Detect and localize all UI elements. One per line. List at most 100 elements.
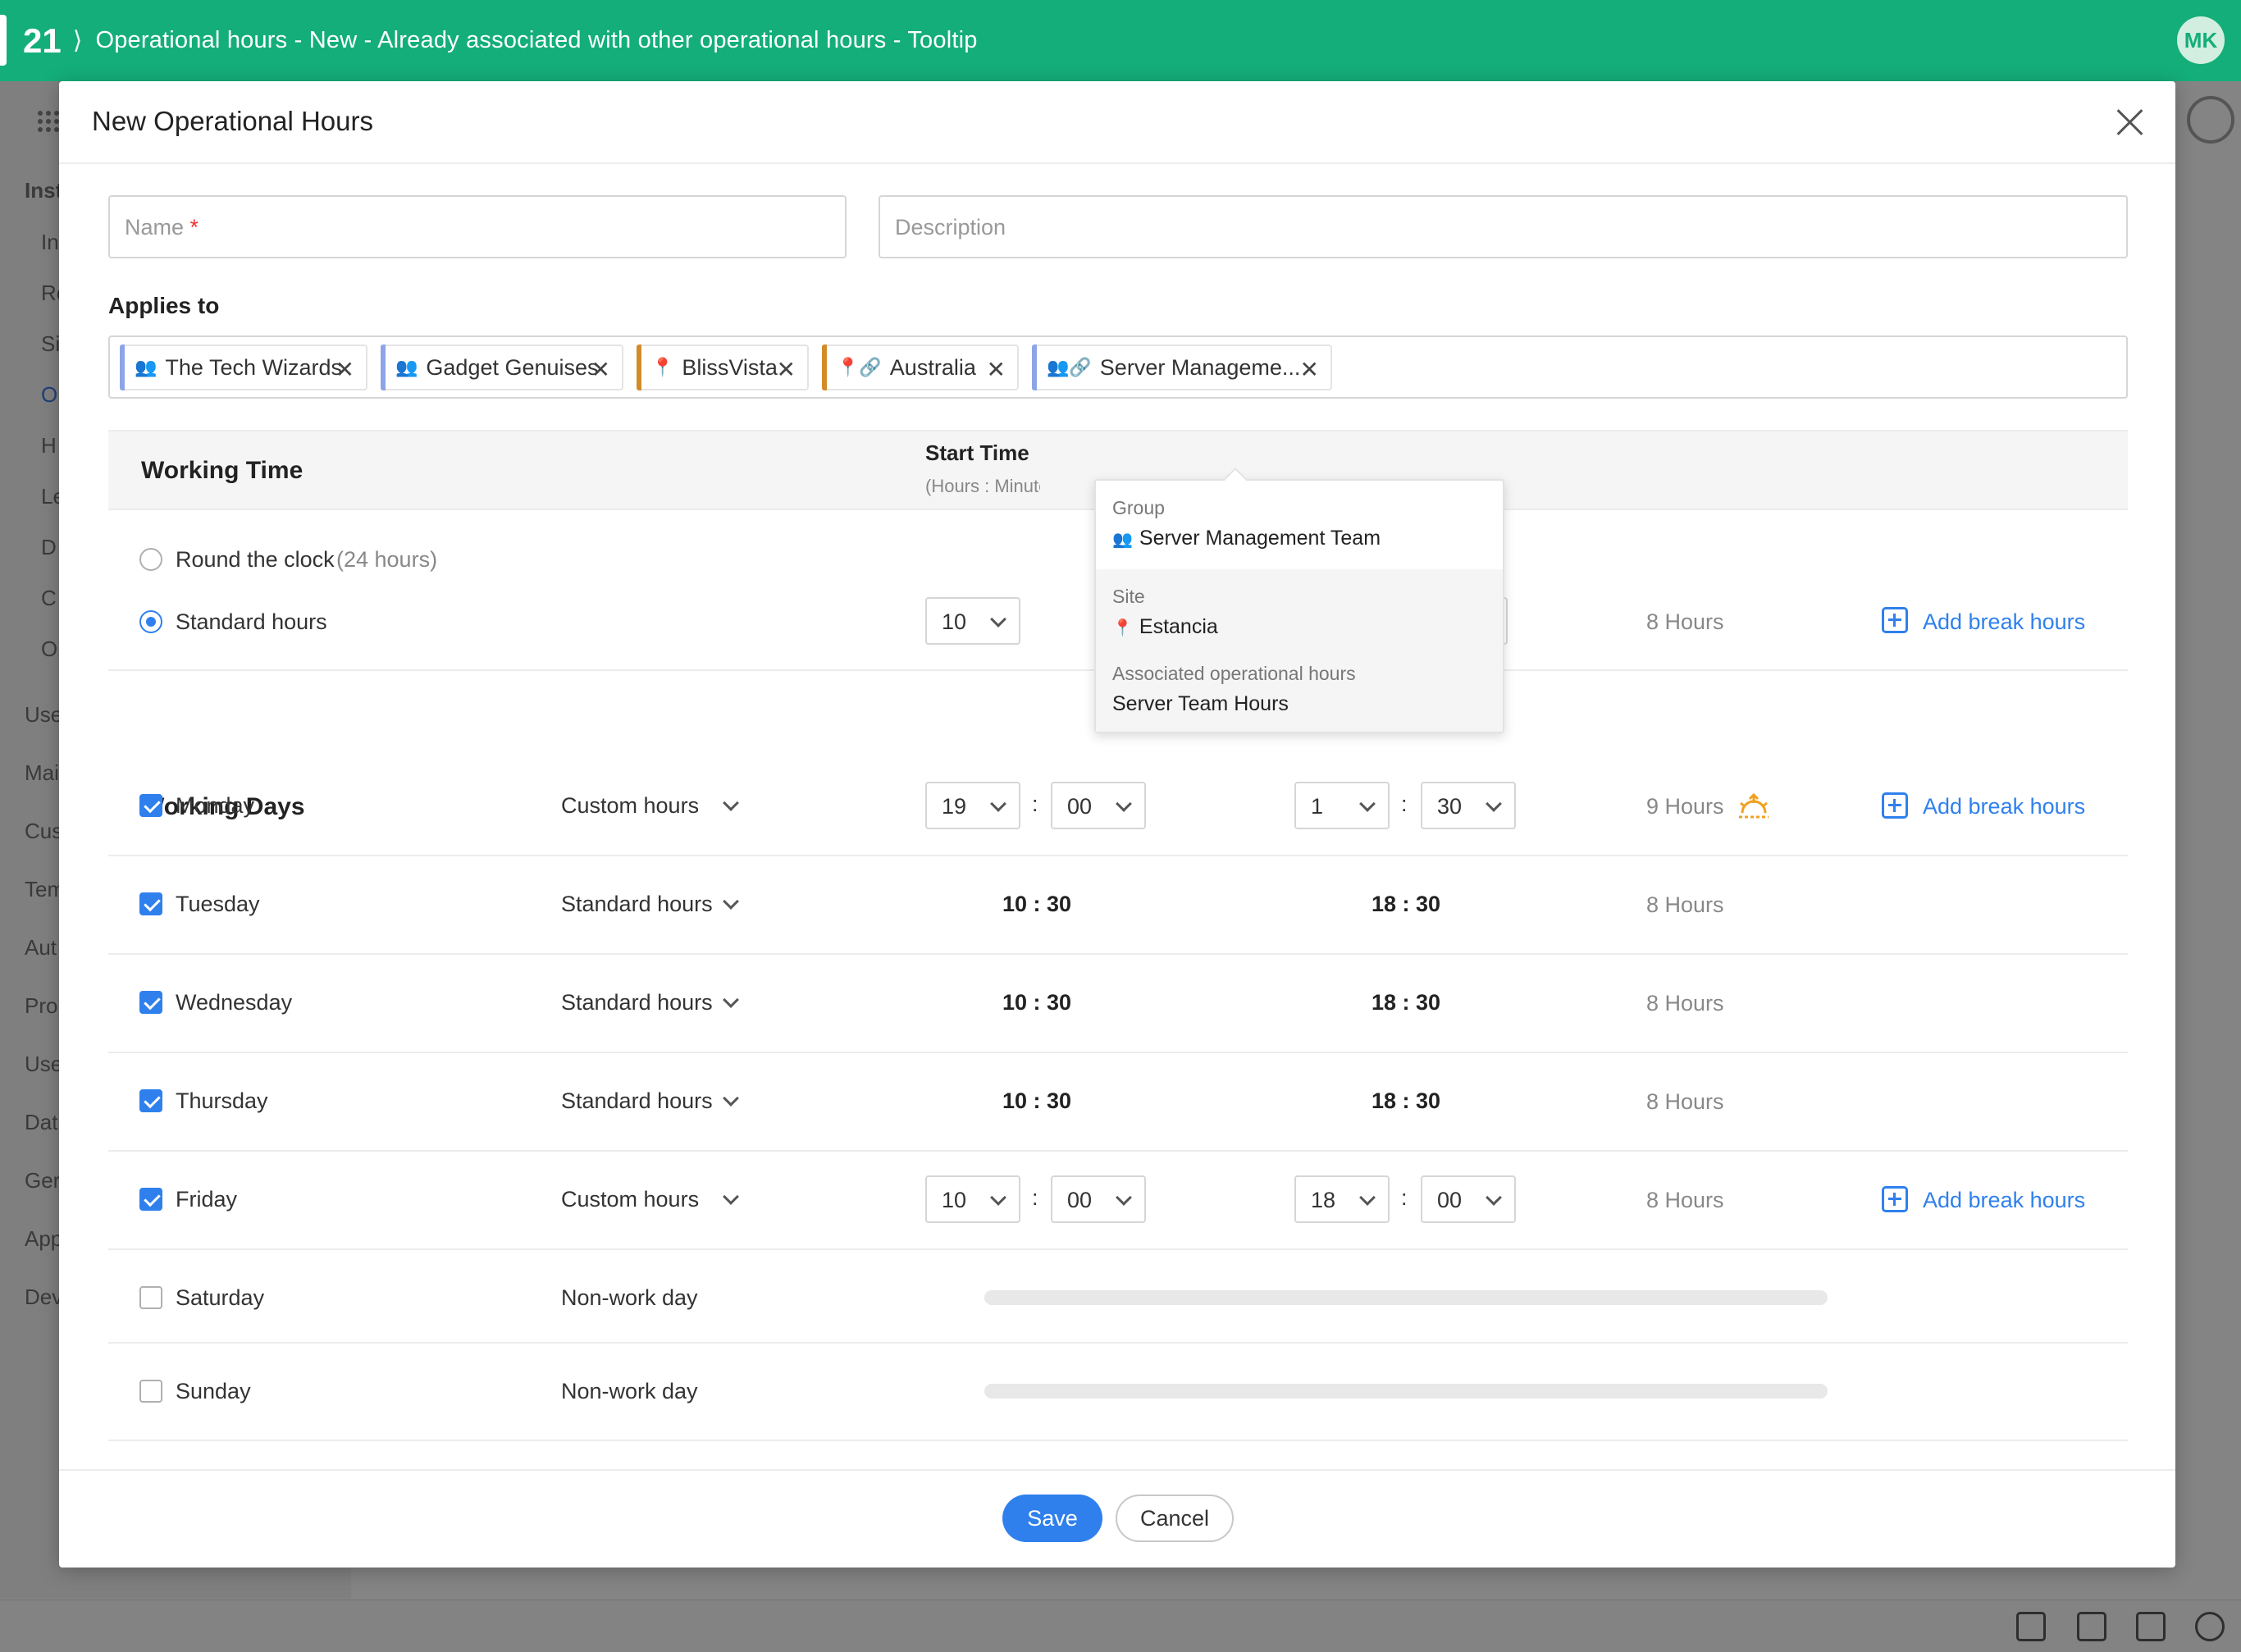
- time-separator: :: [1401, 1185, 1408, 1210]
- end-hour-select[interactable]: 18: [1294, 1175, 1390, 1223]
- chevron-down-icon: [990, 1189, 1006, 1206]
- day-checkbox-saturday[interactable]: [139, 1286, 162, 1309]
- applies-chip[interactable]: 👥🔗 Server Manageme... ✕: [1032, 345, 1332, 390]
- chevron-down-icon[interactable]: [723, 795, 739, 811]
- sidebar-item: O: [41, 637, 58, 661]
- add-break-hours-link[interactable]: Add break hours: [1923, 1188, 2085, 1213]
- day-mode-label: Non-work day: [561, 1285, 698, 1310]
- close-icon[interactable]: [2115, 107, 2144, 137]
- divider: [108, 1440, 2128, 1441]
- breadcrumb-separator-icon: ⟩: [72, 27, 83, 54]
- chip-label: The Tech Wizards: [165, 354, 342, 380]
- day-mode-dropdown[interactable]: Standard hours: [561, 990, 713, 1015]
- location-link-icon: 📍🔗: [837, 357, 882, 377]
- start-minute-select[interactable]: 00: [1051, 1175, 1146, 1223]
- standard-total-hours: 8 Hours: [1646, 609, 1724, 634]
- select-value: 1: [1311, 794, 1324, 819]
- chip-label: BlissVista: [682, 354, 778, 380]
- standard-hours-radio[interactable]: [139, 610, 162, 633]
- start-hour-select[interactable]: 19: [925, 782, 1020, 829]
- description-field[interactable]: Description: [879, 195, 2128, 258]
- end-minute-select[interactable]: 00: [1421, 1175, 1516, 1223]
- start-hour-select[interactable]: 10: [925, 1175, 1020, 1223]
- round-the-clock-radio[interactable]: [139, 548, 162, 571]
- total-hours: 8 Hours: [1646, 1089, 1724, 1114]
- sidebar-item: Pro: [25, 993, 58, 1018]
- day-checkbox-sunday[interactable]: [139, 1380, 162, 1403]
- tooltip-group-text: Server Management Team: [1139, 527, 1381, 550]
- start-minute-select[interactable]: 00: [1051, 782, 1146, 829]
- day-label: Friday: [176, 1187, 238, 1212]
- add-break-hours-link[interactable]: Add break hours: [1923, 609, 2085, 635]
- cancel-button[interactable]: Cancel: [1116, 1495, 1234, 1542]
- end-minute-select[interactable]: 30: [1421, 782, 1516, 829]
- chevron-down-icon: [1116, 796, 1132, 812]
- notes-icon: [2077, 1612, 2106, 1641]
- top-bar: 21 ⟩ Operational hours - New - Already a…: [0, 0, 2241, 81]
- applies-to-label: Applies to: [108, 293, 220, 318]
- remove-chip-icon[interactable]: ✕: [777, 356, 796, 383]
- chevron-down-icon[interactable]: [723, 1189, 739, 1205]
- overnight-sun-icon: [1739, 792, 1769, 819]
- day-checkbox-friday[interactable]: [139, 1188, 162, 1211]
- start-time-sublabel: (Hours : Minutes): [925, 476, 1040, 496]
- day-checkbox-thursday[interactable]: [139, 1089, 162, 1112]
- chevron-down-icon: [990, 796, 1006, 812]
- chevron-down-icon: [1486, 796, 1502, 812]
- day-checkbox-tuesday[interactable]: [139, 892, 162, 915]
- day-label: Sunday: [176, 1379, 251, 1403]
- divider: [108, 1052, 2128, 1053]
- chip-accent: [822, 345, 827, 390]
- start-time-value: 10 : 30: [1002, 990, 1072, 1015]
- round-the-clock-sublabel: (24 hours): [336, 547, 438, 572]
- start-time-label: Start Time: [925, 440, 1029, 465]
- remove-chip-icon[interactable]: ✕: [335, 356, 354, 383]
- time-separator: :: [1401, 792, 1408, 816]
- add-icon[interactable]: [1882, 607, 1908, 633]
- applies-to-field[interactable]: 👥 The Tech Wizards ✕ 👥 Gadget Genuises ✕…: [108, 335, 2128, 399]
- day-checkbox-wednesday[interactable]: [139, 991, 162, 1014]
- disabled-time-bar: [984, 1290, 1828, 1305]
- day-mode-dropdown[interactable]: Custom hours: [561, 793, 699, 819]
- divider: [108, 1342, 2128, 1344]
- sidebar-item: Use: [25, 1052, 63, 1076]
- applies-chip[interactable]: 👥 Gadget Genuises ✕: [381, 345, 623, 390]
- avatar[interactable]: MK: [2177, 16, 2225, 64]
- day-mode-dropdown[interactable]: Custom hours: [561, 1187, 699, 1212]
- select-value: 00: [1067, 794, 1093, 819]
- add-break-hours-link[interactable]: Add break hours: [1923, 794, 2085, 819]
- applies-chip[interactable]: 👥 The Tech Wizards ✕: [120, 345, 367, 390]
- apps-grid-icon: [38, 111, 59, 132]
- remove-chip-icon[interactable]: ✕: [1300, 356, 1319, 383]
- sidebar-item: Aut: [25, 935, 57, 960]
- chevron-down-icon[interactable]: [723, 992, 739, 1008]
- chip-tooltip: Group 👥 Server Management Team Site 📍 Esta…: [1094, 467, 1504, 733]
- standard-start-hour-select[interactable]: 10: [925, 597, 1020, 645]
- page-title: Operational hours - New - Already associ…: [95, 27, 978, 53]
- start-time-value: 10 : 30: [1002, 892, 1072, 916]
- remove-chip-icon[interactable]: ✕: [987, 356, 1006, 383]
- sidebar-item: Ger: [25, 1168, 61, 1193]
- sidebar-item: Dev: [25, 1285, 63, 1309]
- chevron-down-icon[interactable]: [723, 893, 739, 910]
- remove-chip-icon[interactable]: ✕: [591, 356, 610, 383]
- sidebar-item: In: [41, 230, 59, 254]
- day-mode-dropdown[interactable]: Standard hours: [561, 1088, 713, 1114]
- chevron-down-icon[interactable]: [723, 1090, 739, 1107]
- day-checkbox-monday[interactable]: [139, 794, 162, 817]
- profile-icon: [2187, 96, 2234, 144]
- applies-chip[interactable]: 📍 BlissVista ✕: [637, 345, 809, 390]
- add-icon[interactable]: [1882, 1186, 1908, 1212]
- save-button[interactable]: Save: [1002, 1495, 1102, 1542]
- group-icon: 👥: [395, 357, 418, 377]
- name-field[interactable]: Name *: [108, 195, 847, 258]
- group-icon: 👥: [1112, 531, 1133, 549]
- end-hour-select[interactable]: 1: [1294, 782, 1390, 829]
- day-mode-dropdown[interactable]: Standard hours: [561, 892, 713, 917]
- chip-accent: [1032, 345, 1037, 390]
- chat-icon: [2136, 1612, 2166, 1641]
- select-value: 30: [1437, 794, 1463, 819]
- chevron-down-icon: [1486, 1189, 1502, 1206]
- applies-chip[interactable]: 📍🔗 Australia ✕: [822, 345, 1019, 390]
- add-icon[interactable]: [1882, 792, 1908, 819]
